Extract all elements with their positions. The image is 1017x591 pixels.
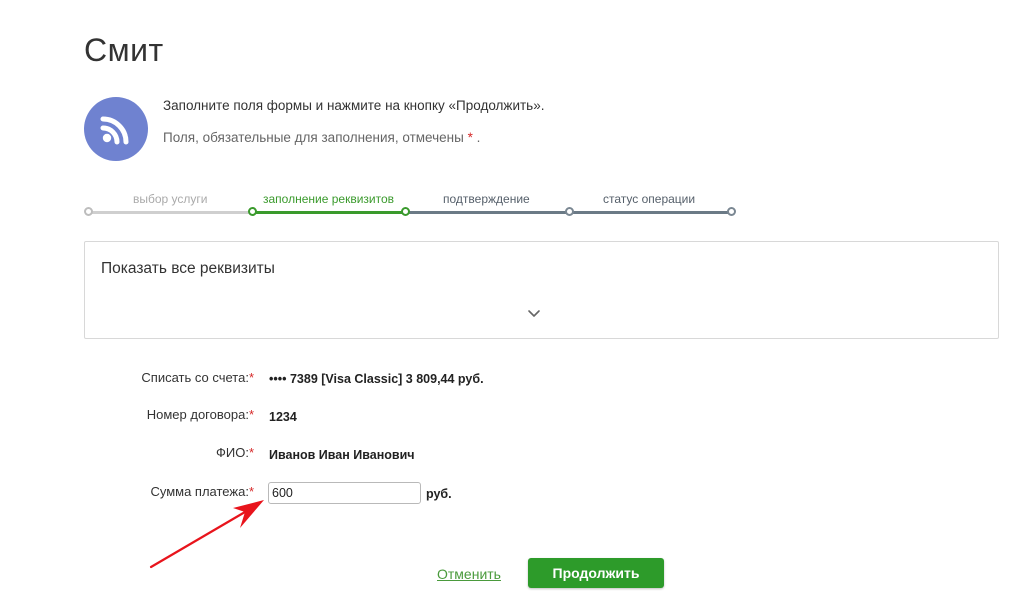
step-label-service: выбор услуги <box>133 192 208 206</box>
continue-button[interactable]: Продолжить <box>528 558 664 588</box>
required-note-text: Поля, обязательные для заполнения, отмеч… <box>163 130 468 145</box>
contract-label-text: Номер договора: <box>146 407 249 422</box>
step-dot <box>248 207 257 216</box>
step-line-2 <box>252 211 405 214</box>
contract-label: Номер договора:* <box>147 407 254 422</box>
form-instruction: Заполните поля формы и нажмите на кнопку… <box>163 98 545 113</box>
fio-label-text: ФИО: <box>215 445 249 460</box>
account-label: Списать со счета:* <box>141 370 254 385</box>
account-value: •••• 7389 [Visa Classic] 3 809,44 руб. <box>269 372 484 386</box>
details-panel-title[interactable]: Показать все реквизиты <box>101 260 275 278</box>
progress-steps: выбор услуги заполнение реквизитов подтв… <box>84 186 740 220</box>
chevron-down-icon[interactable] <box>526 308 542 320</box>
annotation-arrow-icon <box>149 500 264 569</box>
required-note-suffix: . <box>472 130 481 145</box>
fio-value: Иванов Иван Иванович <box>269 448 415 462</box>
show-all-details-panel[interactable]: Показать все реквизиты <box>84 241 999 339</box>
required-star: * <box>248 407 254 422</box>
step-line-4 <box>569 211 732 214</box>
step-label-confirm: подтверждение <box>443 192 530 206</box>
fio-label: ФИО:* <box>216 445 254 460</box>
contract-value: 1234 <box>269 410 297 424</box>
step-line-1 <box>88 211 252 214</box>
step-dot <box>565 207 574 216</box>
rss-feed-icon <box>84 97 148 161</box>
step-line-3 <box>405 211 569 214</box>
required-fields-note: Поля, обязательные для заполнения, отмеч… <box>163 130 480 145</box>
step-label-status: статус операции <box>603 192 696 206</box>
amount-currency: руб. <box>426 487 452 501</box>
step-dot <box>727 207 736 216</box>
cancel-link[interactable]: Отменить <box>437 566 501 582</box>
step-label-details: заполнение реквизитов <box>263 192 395 206</box>
step-dot <box>401 207 410 216</box>
required-star: * <box>248 370 254 385</box>
account-label-text: Списать со счета: <box>141 370 249 385</box>
amount-input[interactable] <box>268 482 421 504</box>
page-title: Смит <box>84 32 164 68</box>
step-dot <box>84 207 93 216</box>
required-star: * <box>248 445 254 460</box>
